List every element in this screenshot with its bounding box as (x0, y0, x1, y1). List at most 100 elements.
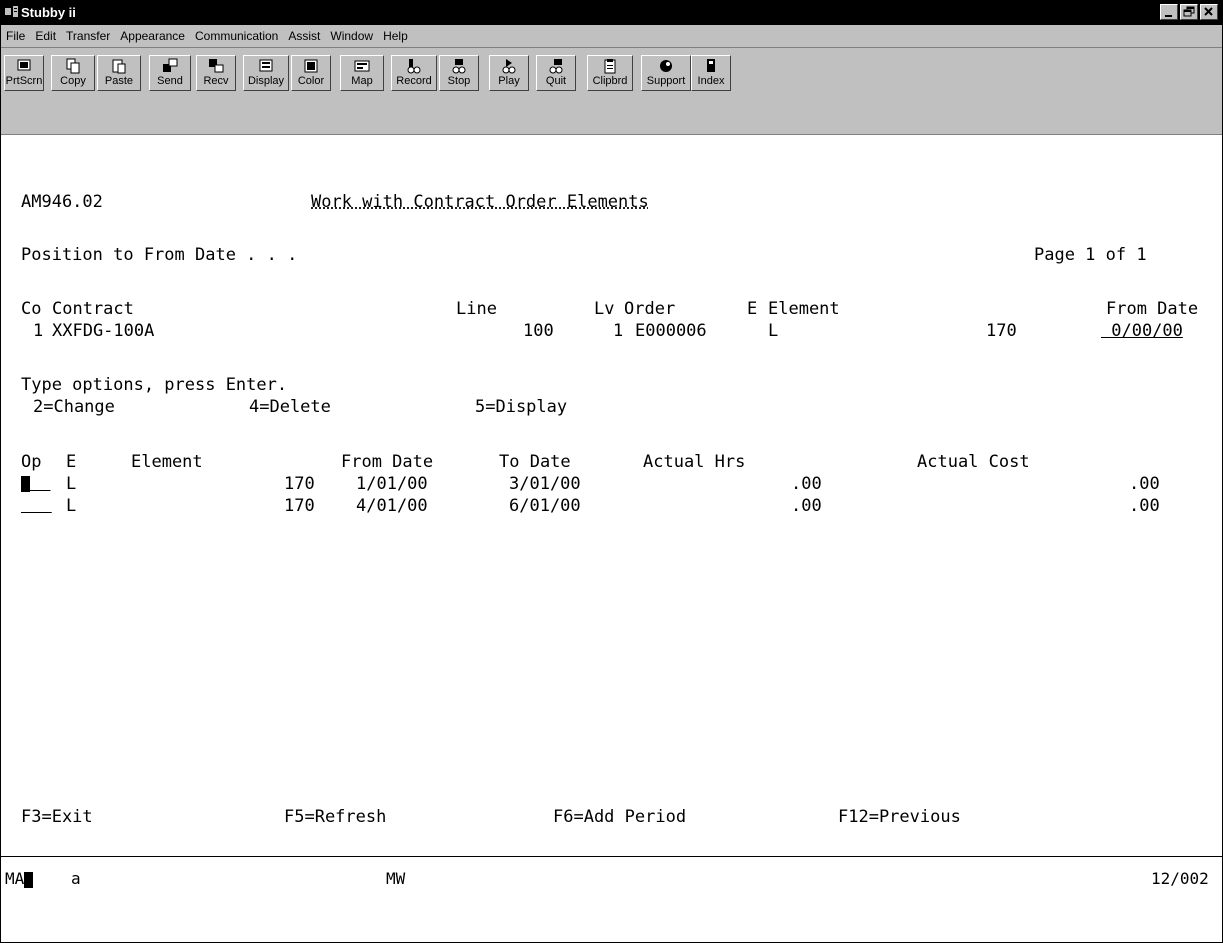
status-ma: MA (5, 869, 34, 888)
text-cursor (21, 476, 30, 492)
toolbar-label: PrtScrn (5, 75, 43, 87)
value-line: 100 (523, 321, 554, 341)
position-to-label: Position to From Date . . . (21, 245, 298, 265)
col-e: E (747, 299, 758, 319)
index-icon (707, 59, 715, 72)
toolbar-label: Stop (447, 75, 471, 87)
clipboard-button[interactable]: Clipbrd (587, 55, 633, 91)
col-element-2: Element (131, 452, 203, 472)
stop-icon (452, 59, 466, 74)
receive-icon (209, 59, 224, 73)
menu-communication[interactable]: Communication (190, 29, 283, 43)
toolbar-label: Recv (203, 75, 229, 87)
row-2-actual-cost: .00 (1129, 496, 1160, 516)
menu-help[interactable]: Help (378, 29, 413, 43)
col-e-2: E (66, 452, 77, 472)
print-screen-button[interactable]: PrtScrn (4, 55, 44, 91)
screen-title: Work with Contract Order Elements (311, 192, 649, 212)
fkey-add-period[interactable]: F6=Add Period (553, 807, 686, 827)
toolbar-label: Send (157, 75, 183, 87)
record-button[interactable]: Record (391, 55, 437, 91)
terminal-screen[interactable]: AM946.02 Work with Contract Order Elemen… (1, 135, 1222, 856)
support-icon (660, 60, 672, 72)
paste-button[interactable]: Paste (97, 55, 141, 91)
close-button[interactable] (1200, 4, 1218, 20)
minimize-icon (1165, 15, 1172, 17)
toolbar-label: Clipbrd (592, 75, 628, 87)
display-button[interactable]: Display (243, 55, 289, 91)
toolbar-label: Display (247, 75, 285, 87)
map-button[interactable]: Map (340, 55, 384, 91)
app-icon[interactable] (5, 6, 19, 18)
index-button[interactable]: Index (691, 55, 731, 91)
toolbar-label: Quit (545, 75, 567, 87)
program-id: AM946.02 (21, 192, 103, 212)
status-cursor-position: 12/002 (1151, 869, 1209, 888)
clipboard-icon (604, 59, 616, 74)
page-indicator: Page 1 of 1 (1034, 245, 1147, 265)
color-icon (304, 59, 318, 73)
stop-button[interactable]: Stop (439, 55, 479, 91)
value-e: L (768, 321, 779, 341)
row-1-e: L (66, 474, 77, 494)
row-2-to-date: 6/01/00 (509, 496, 581, 516)
status-session: MW (386, 869, 406, 888)
play-button[interactable]: Play (489, 55, 529, 91)
terminal-window: Stubby ii File Edit Transfer Appearance … (0, 0, 1223, 943)
col-co: Co (21, 299, 42, 319)
row-2-e: L (66, 496, 77, 516)
col-op: Op (21, 452, 42, 472)
op-input-row-2[interactable] (21, 496, 52, 516)
toolbar-label: Record (396, 75, 432, 87)
copy-icon (66, 58, 80, 74)
window-title: Stubby ii (21, 5, 76, 20)
value-lv: 1 (613, 321, 624, 341)
menu-transfer[interactable]: Transfer (61, 29, 115, 43)
color-button[interactable]: Color (291, 55, 331, 91)
op-field-underline (30, 474, 50, 494)
paste-icon (112, 59, 126, 74)
col-order: Order (624, 299, 676, 319)
col-actual-cost: Actual Cost (917, 452, 1030, 472)
row-2-from-date: 4/01/00 (356, 496, 428, 516)
value-order: E000006 (635, 321, 707, 341)
menu-assist[interactable]: Assist (283, 29, 325, 43)
status-mode: a (71, 869, 81, 888)
copy-button[interactable]: Copy (51, 55, 95, 91)
menu-file[interactable]: File (1, 29, 30, 43)
from-date-input[interactable]: 0/00/00 (1101, 321, 1183, 341)
row-2-actual-hrs: .00 (791, 496, 822, 516)
quit-button[interactable]: Quit (536, 55, 576, 91)
receive-button[interactable]: Recv (196, 55, 236, 91)
play-icon (502, 59, 516, 74)
toolbar-label: Play (498, 75, 520, 87)
col-actual-hrs: Actual Hrs (643, 452, 746, 472)
send-button[interactable]: Send (149, 55, 191, 91)
fkey-previous[interactable]: F12=Previous (838, 807, 961, 827)
toolbar-label: Support (646, 75, 686, 87)
menu-edit[interactable]: Edit (30, 29, 61, 43)
title-bar: Stubby ii (1, 1, 1222, 25)
row-1-actual-cost: .00 (1129, 474, 1160, 494)
toolbar-label: Color (297, 75, 325, 87)
menu-appearance[interactable]: Appearance (115, 29, 190, 43)
option-delete: 4=Delete (249, 397, 331, 417)
col-from-date: From Date (1106, 299, 1199, 319)
minimize-button[interactable] (1160, 4, 1178, 20)
support-button[interactable]: Support (641, 55, 691, 91)
col-to-date: To Date (499, 452, 571, 472)
op-input-row-1[interactable] (21, 474, 50, 494)
col-from-date-2: From Date (341, 452, 434, 472)
display-icon (259, 59, 273, 72)
status-ma-text: MA (5, 869, 25, 888)
toolbar-label: Copy (60, 75, 86, 87)
close-icon (1204, 7, 1213, 16)
fkey-exit[interactable]: F3=Exit (21, 807, 93, 827)
record-icon (407, 59, 421, 74)
menu-window[interactable]: Window (325, 29, 378, 43)
menu-bar: File Edit Transfer Appearance Communicat… (1, 25, 1222, 48)
maximize-button[interactable] (1180, 4, 1198, 20)
col-element: Element (768, 299, 840, 319)
row-1-to-date: 3/01/00 (509, 474, 581, 494)
fkey-refresh[interactable]: F5=Refresh (284, 807, 386, 827)
